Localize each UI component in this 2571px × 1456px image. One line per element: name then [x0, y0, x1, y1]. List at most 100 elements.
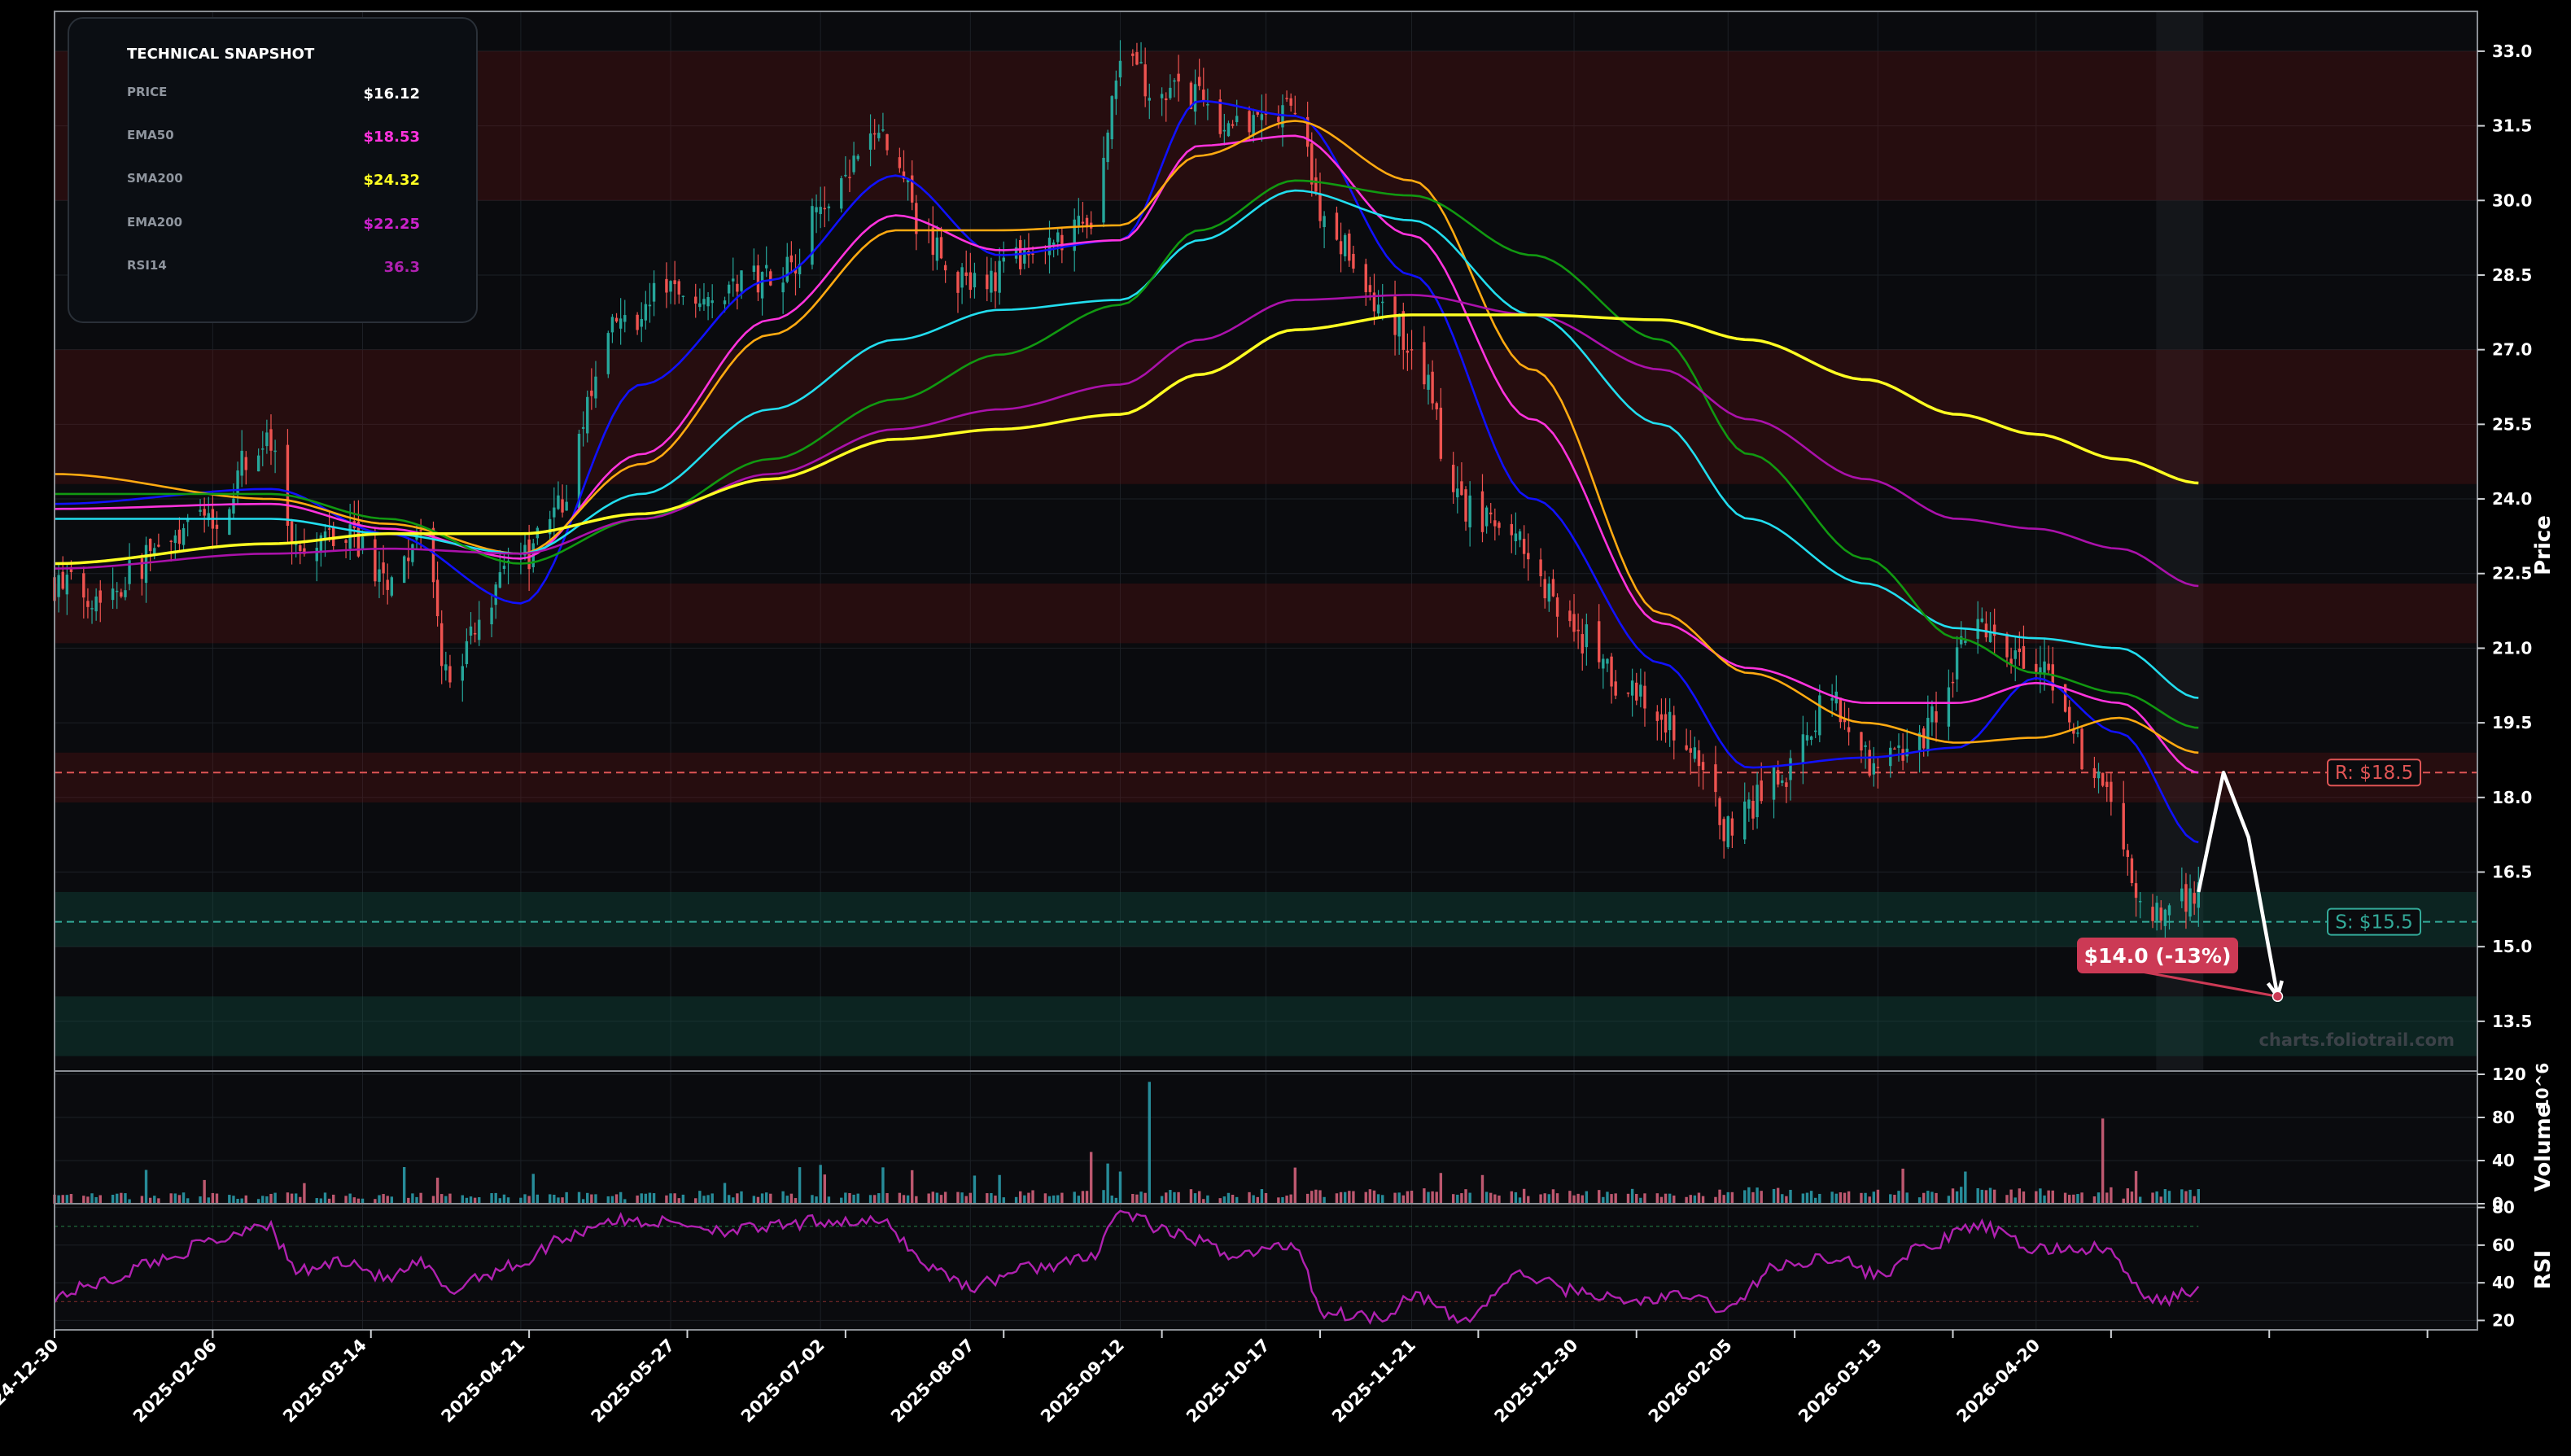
candle-body: [1743, 801, 1747, 840]
candle-body: [402, 556, 406, 584]
volume-bar: [848, 1192, 851, 1204]
candle-body: [1277, 116, 1280, 122]
candle-body: [956, 272, 960, 293]
volume-bar: [1060, 1192, 1064, 1204]
candle-body: [781, 282, 785, 293]
candle-body: [1864, 745, 1867, 747]
candle-body: [1685, 745, 1688, 750]
volume-bar: [211, 1192, 215, 1204]
candle-body: [840, 177, 843, 209]
volume-bar: [698, 1191, 702, 1204]
candle-body: [344, 540, 348, 543]
snapshot-box: [68, 17, 478, 323]
candle-body: [1406, 350, 1410, 353]
volume-bar: [378, 1195, 381, 1204]
volume-bar: [877, 1193, 881, 1204]
volume-bar: [553, 1194, 556, 1204]
volume-bar: [764, 1192, 768, 1204]
candle-body: [1964, 641, 1967, 643]
chart-svg: R: $18.5 S: $15.5 $14.0 (-13%) 13.5 15.0 16…: [0, 0, 2571, 1453]
candle-body: [1718, 798, 1721, 825]
volume-bar: [124, 1193, 127, 1204]
candle-body: [1435, 403, 1438, 409]
volume-bar: [2138, 1196, 2142, 1204]
candle-body: [448, 666, 452, 683]
candle-body: [702, 299, 706, 305]
volume-bar: [490, 1193, 493, 1204]
volume-bar: [2188, 1189, 2192, 1204]
volume-tick-label: 80: [2492, 1108, 2515, 1127]
volume-bar: [444, 1196, 448, 1204]
candle-body: [1551, 579, 1555, 597]
resistance-label: R: $18.5: [2335, 763, 2413, 784]
volume-bar: [2184, 1191, 2188, 1204]
candle-body: [1456, 488, 1459, 498]
candle-body: [1539, 559, 1542, 577]
volume-bar: [2110, 1187, 2113, 1204]
candle-body: [386, 579, 389, 590]
volume-axis-unit: 10^6: [2533, 1063, 2552, 1111]
volume-bar: [169, 1193, 173, 1204]
candle-body: [819, 207, 822, 215]
volume-bar: [1947, 1196, 1951, 1204]
volume-bar: [694, 1198, 697, 1204]
volume-bar: [1256, 1196, 1259, 1204]
volume-bar: [215, 1193, 219, 1204]
candle-body: [1493, 520, 1497, 527]
candle-body: [2151, 907, 2154, 921]
candle-body: [1693, 747, 1697, 759]
target-marker: [2271, 990, 2284, 1003]
candle-body: [2159, 907, 2162, 921]
volume-bar: [1235, 1196, 1239, 1204]
volume-bar: [435, 1178, 439, 1204]
volume-bar: [232, 1196, 235, 1204]
volume-bar: [819, 1165, 822, 1204]
candle-body: [815, 207, 818, 212]
volume-bar: [2022, 1191, 2026, 1204]
candle-body: [2105, 781, 2109, 787]
volume-bar: [1177, 1191, 1180, 1204]
candle-body: [1169, 87, 1172, 98]
candle-body: [2110, 781, 2113, 802]
volume-bar: [756, 1196, 760, 1204]
volume-bar: [228, 1195, 231, 1204]
volume-bar: [760, 1193, 764, 1204]
volume-bar: [1456, 1194, 1459, 1204]
volume-bar: [2014, 1197, 2017, 1204]
volume-bar: [1693, 1195, 1697, 1204]
volume-bar: [1110, 1195, 1113, 1204]
volume-bar: [2163, 1189, 2167, 1204]
snapshot-value-ema200: $22.25: [364, 216, 420, 233]
candle-body: [1785, 782, 1788, 787]
candle-body: [764, 265, 768, 269]
volume-bar: [1839, 1192, 1843, 1204]
volume-bar: [1410, 1191, 1414, 1204]
volume-bar: [1493, 1194, 1497, 1204]
candle-body: [1576, 629, 1580, 632]
volume-bar: [1468, 1192, 1471, 1204]
volume-bar: [1889, 1194, 1892, 1204]
volume-bar: [1726, 1191, 1729, 1204]
candle-body: [411, 544, 414, 562]
volume-bar: [148, 1197, 152, 1204]
volume-bar: [1743, 1190, 1747, 1204]
candle-body: [124, 590, 127, 597]
volume-bar: [153, 1196, 156, 1204]
candle-body: [435, 579, 439, 617]
volume-bar: [1148, 1082, 1151, 1204]
volume-bar: [1397, 1192, 1401, 1204]
candle-body: [2005, 633, 2009, 658]
candle-body: [561, 499, 564, 513]
volume-bar: [1922, 1192, 1926, 1204]
snapshot-value-sma200: $24.32: [364, 172, 420, 189]
candle-body: [1260, 114, 1264, 120]
volume-bar: [1843, 1192, 1847, 1204]
volume-bar: [781, 1191, 785, 1204]
volume-bar: [1689, 1195, 1692, 1204]
candle-body: [269, 429, 273, 451]
volume-bar: [2097, 1192, 2101, 1204]
volume-bar: [1756, 1187, 1759, 1204]
volume-bar: [964, 1196, 968, 1204]
volume-bar: [386, 1196, 389, 1204]
volume-bar: [2063, 1192, 2067, 1204]
